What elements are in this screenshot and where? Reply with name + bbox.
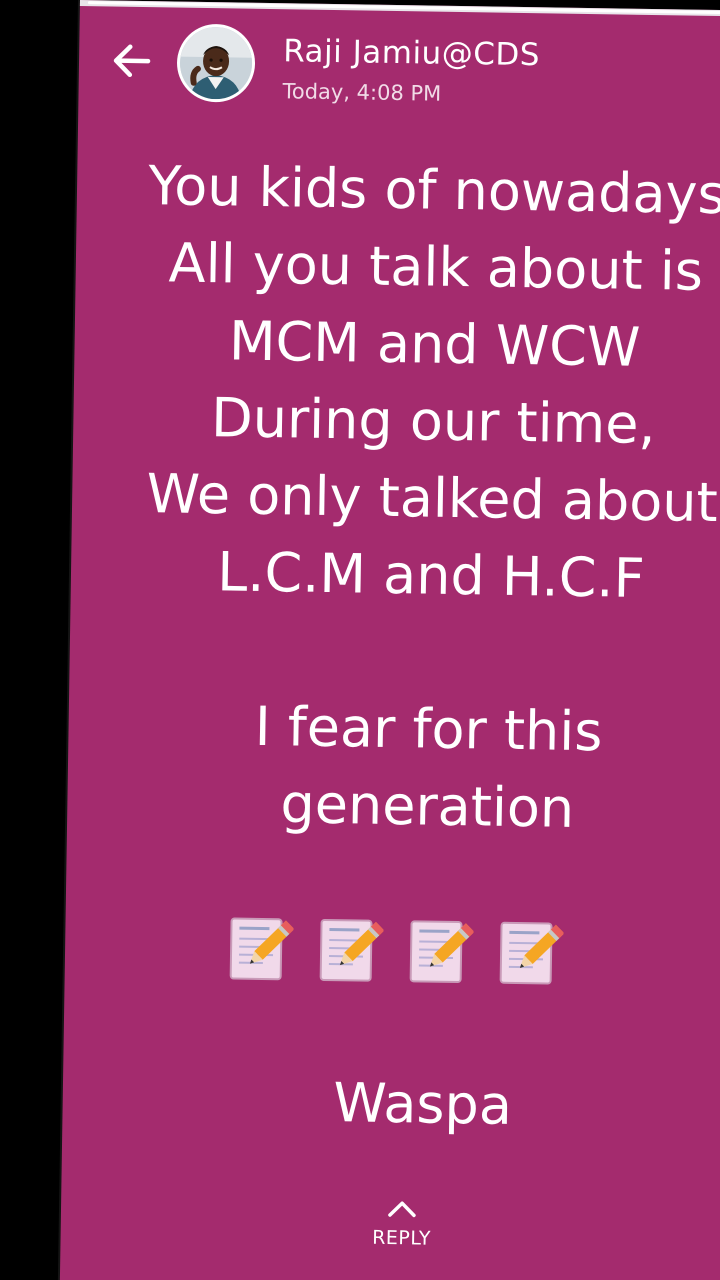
status-timestamp: Today, 4:08 PM xyxy=(282,79,442,106)
screen: Raji Jamiu@CDS Today, 4:08 PM You kids o… xyxy=(0,0,720,1280)
reply-button[interactable]: REPLY xyxy=(346,1192,457,1270)
arrow-left-icon xyxy=(113,44,151,78)
profile-photo xyxy=(179,26,253,100)
chevron-up-icon xyxy=(388,1201,416,1218)
progress-bar xyxy=(87,1,720,15)
memo-icon xyxy=(409,920,474,984)
status-signoff: Waspa xyxy=(332,1071,513,1137)
sender-name: Raji Jamiu@CDS xyxy=(282,33,541,74)
status-line: L.C.M and H.C.F xyxy=(216,540,646,610)
status-line: You kids of nowadays xyxy=(147,154,720,227)
memo-icon xyxy=(229,917,294,981)
status-view[interactable]: Raji Jamiu@CDS Today, 4:08 PM You kids o… xyxy=(59,0,720,1280)
reply-label: REPLY xyxy=(371,1226,432,1250)
status-line: I fear for this xyxy=(254,694,603,764)
status-line xyxy=(69,608,720,696)
status-line: We only talked about xyxy=(146,462,719,535)
status-line: All you talk about is xyxy=(168,231,704,303)
status-line: generation xyxy=(280,772,575,840)
progress-track xyxy=(79,0,720,17)
emoji-row xyxy=(227,907,628,993)
back-button[interactable] xyxy=(107,38,156,83)
memo-icon xyxy=(499,921,564,985)
memo-icon xyxy=(319,918,384,982)
status-line: During our time, xyxy=(210,386,657,457)
avatar[interactable] xyxy=(176,23,256,103)
status-text: You kids of nowadays All you talk about … xyxy=(67,146,720,850)
status-header: Raji Jamiu@CDS Today, 4:08 PM xyxy=(78,18,720,119)
status-line: MCM and WCW xyxy=(228,309,641,379)
